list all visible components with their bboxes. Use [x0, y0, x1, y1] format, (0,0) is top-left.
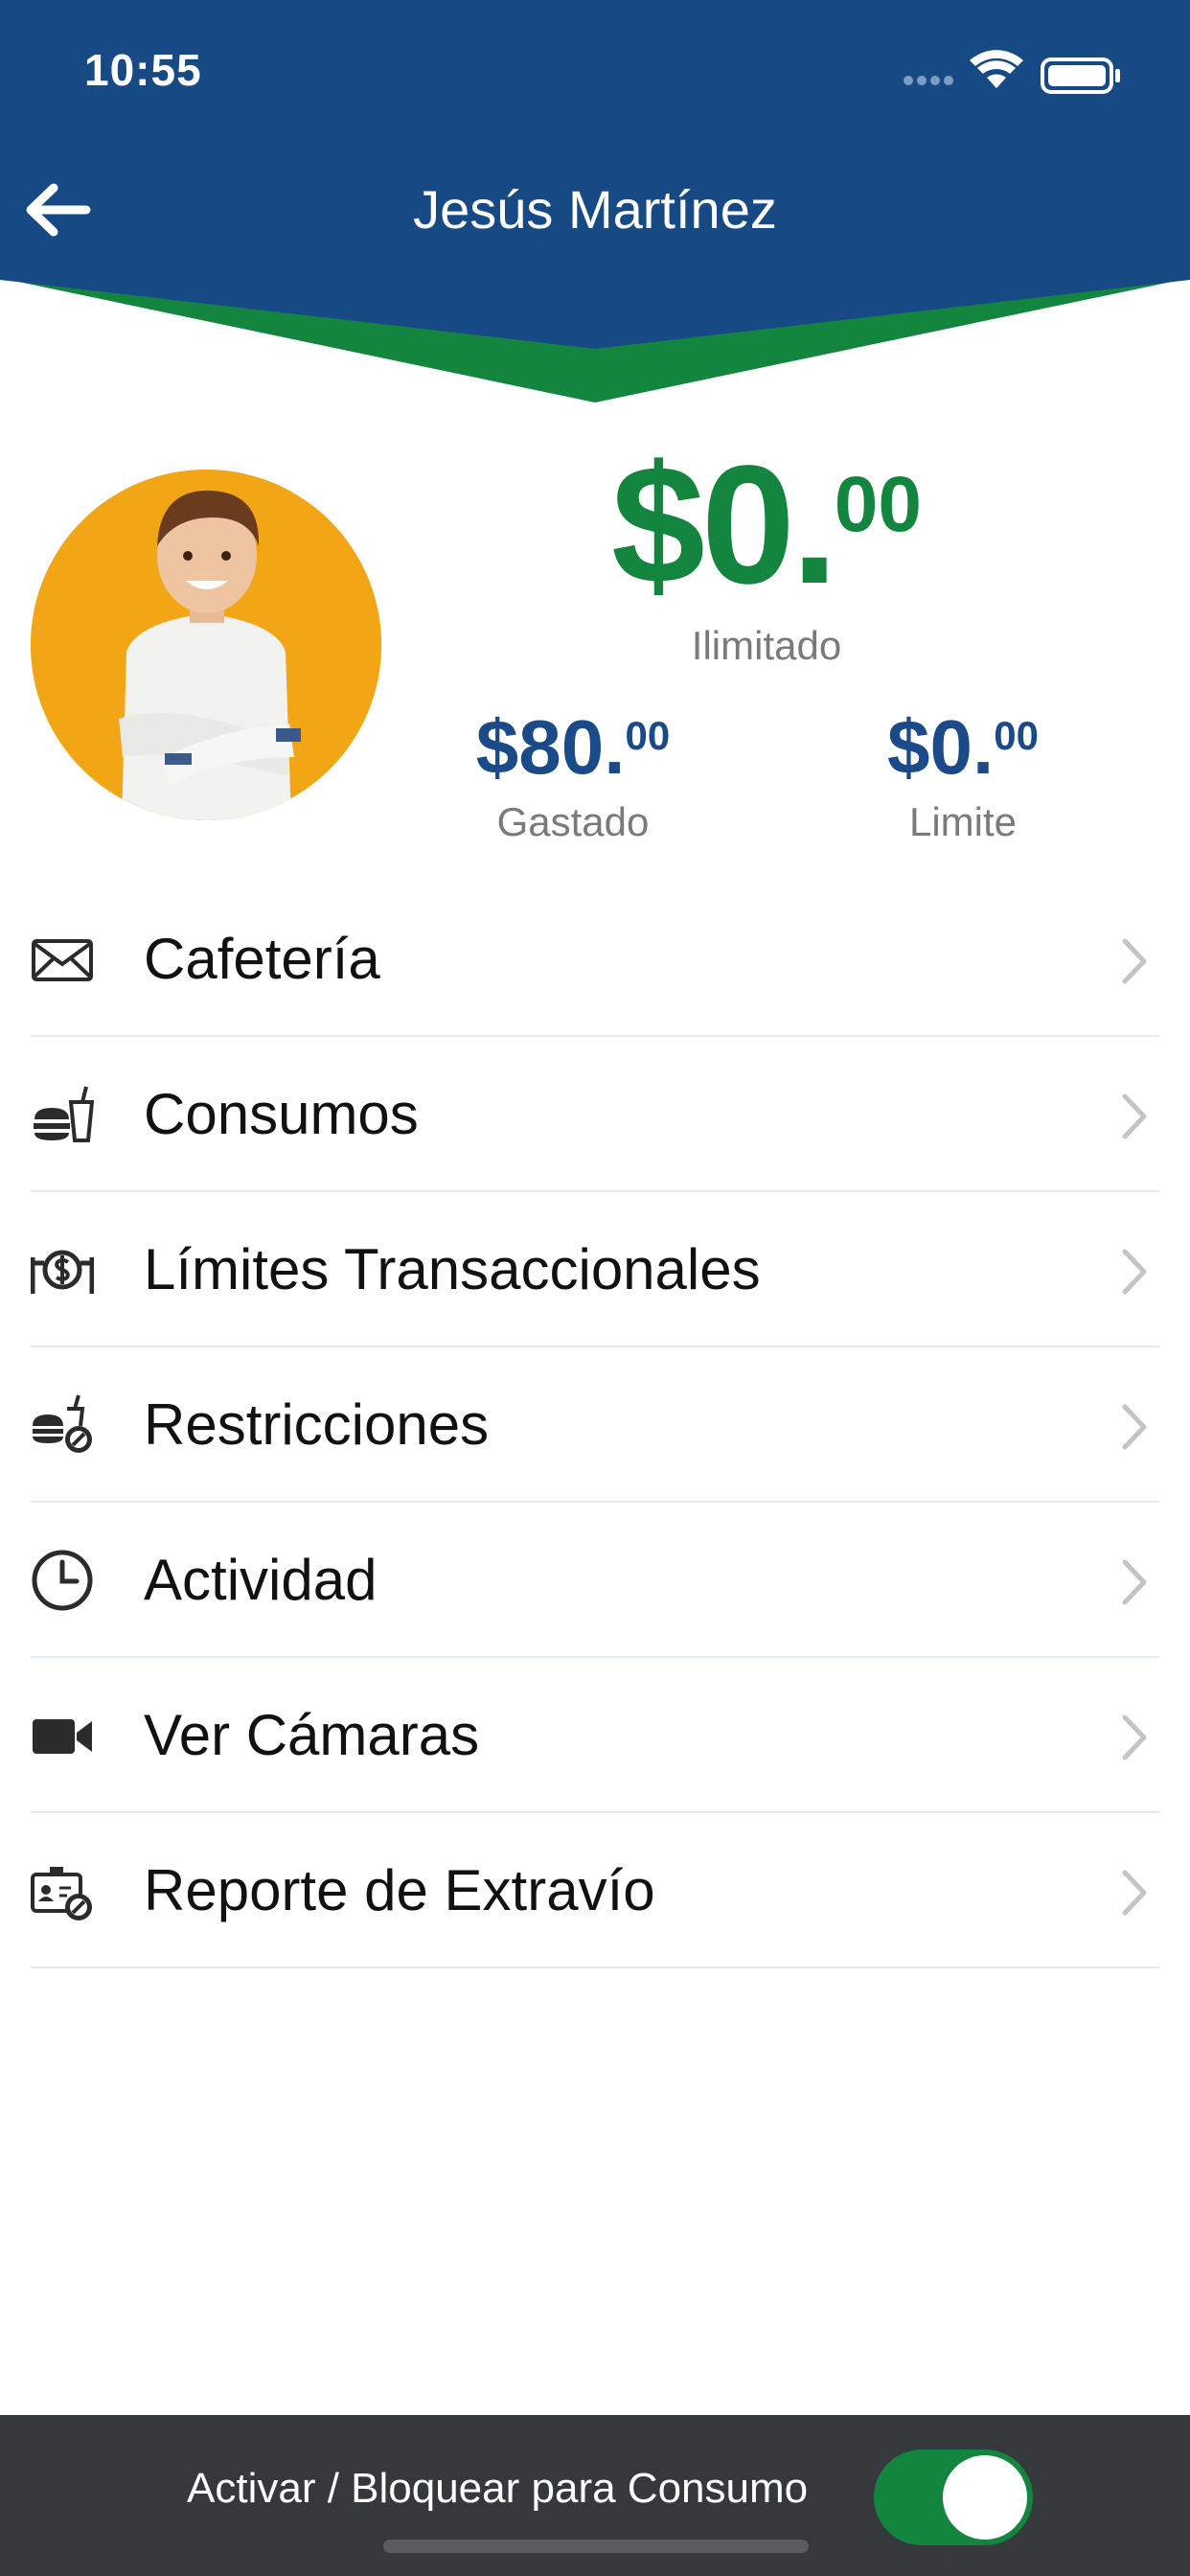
consumption-toggle[interactable]: [874, 2450, 1033, 2545]
video-camera-icon: [33, 1719, 92, 1754]
limit-decimal: 00: [994, 713, 1039, 758]
envelope-icon: [32, 939, 93, 981]
home-indicator: [383, 2540, 809, 2553]
signal-icon: [904, 76, 953, 85]
spent-amount: $80.00: [439, 709, 707, 786]
page-title: Jesús Martínez: [413, 179, 777, 240]
toggle-knob: [943, 2455, 1027, 2540]
spent-decimal: 00: [625, 713, 671, 758]
limit-amount: $0.00: [829, 709, 1097, 786]
status-icons: [904, 50, 1120, 94]
chevron-right-icon: [1122, 1714, 1147, 1760]
chevron-right-icon: [1122, 1559, 1147, 1605]
menu-item-limites-transaccionales[interactable]: Límites Transaccionales: [31, 1192, 1159, 1347]
spent-label: Gastado: [496, 799, 650, 844]
battery-icon: [1041, 58, 1120, 94]
toggle-label: Activar / Bloquear para Consumo: [187, 2465, 809, 2512]
menu-item-consumos[interactable]: Consumos: [31, 1037, 1159, 1192]
main-balance: $0.00: [537, 441, 996, 610]
spent-integer: $80.: [475, 704, 626, 790]
main-balance-decimal: 00: [834, 461, 922, 548]
clock-icon: [32, 1550, 93, 1611]
main-balance-label: Ilimitado: [691, 623, 842, 668]
child-photo: [31, 470, 381, 820]
menu-label: Límites Transaccionales: [144, 1237, 761, 1301]
menu-item-reporte-extravio[interactable]: Reporte de Extravío: [31, 1813, 1159, 1968]
status-time: 10:55: [84, 45, 202, 95]
food-restricted-icon: [33, 1394, 92, 1453]
wifi-icon: [970, 50, 1023, 88]
menu-item-actividad[interactable]: Actividad: [31, 1503, 1159, 1658]
menu-item-restricciones[interactable]: Restricciones: [31, 1347, 1159, 1503]
main-balance-integer: $0.: [611, 431, 838, 619]
menu-label: Cafetería: [144, 927, 380, 991]
menu-label: Ver Cámaras: [144, 1703, 480, 1767]
chevron-right-icon: [1122, 1404, 1147, 1450]
burger-drink-icon: [34, 1086, 94, 1142]
id-card-blocked-icon: [31, 1867, 92, 1920]
avatar: [31, 470, 381, 820]
money-limit-icon: [31, 1250, 94, 1294]
limit-integer: $0.: [887, 704, 995, 790]
chevron-right-icon: [1122, 1249, 1147, 1295]
chevron-right-icon: [1122, 1093, 1147, 1139]
menu-label: Reporte de Extravío: [144, 1858, 655, 1922]
menu-label: Consumos: [144, 1082, 419, 1146]
menu-label: Actividad: [144, 1548, 378, 1612]
menu-item-cafeteria[interactable]: Cafetería: [31, 882, 1159, 1037]
menu-item-ver-camaras[interactable]: Ver Cámaras: [31, 1658, 1159, 1813]
header: 10:55 Jesús Martínez: [0, 0, 1190, 402]
bottom-bar: Activar / Bloquear para Consumo: [0, 2415, 1190, 2576]
chevron-right-icon: [1122, 1870, 1147, 1916]
chevron-right-icon: [1122, 938, 1147, 984]
options-menu: Cafetería Consumos Límites Transaccional…: [31, 882, 1159, 1968]
menu-label: Restricciones: [144, 1392, 490, 1457]
limit-label: Limite: [908, 799, 1018, 844]
